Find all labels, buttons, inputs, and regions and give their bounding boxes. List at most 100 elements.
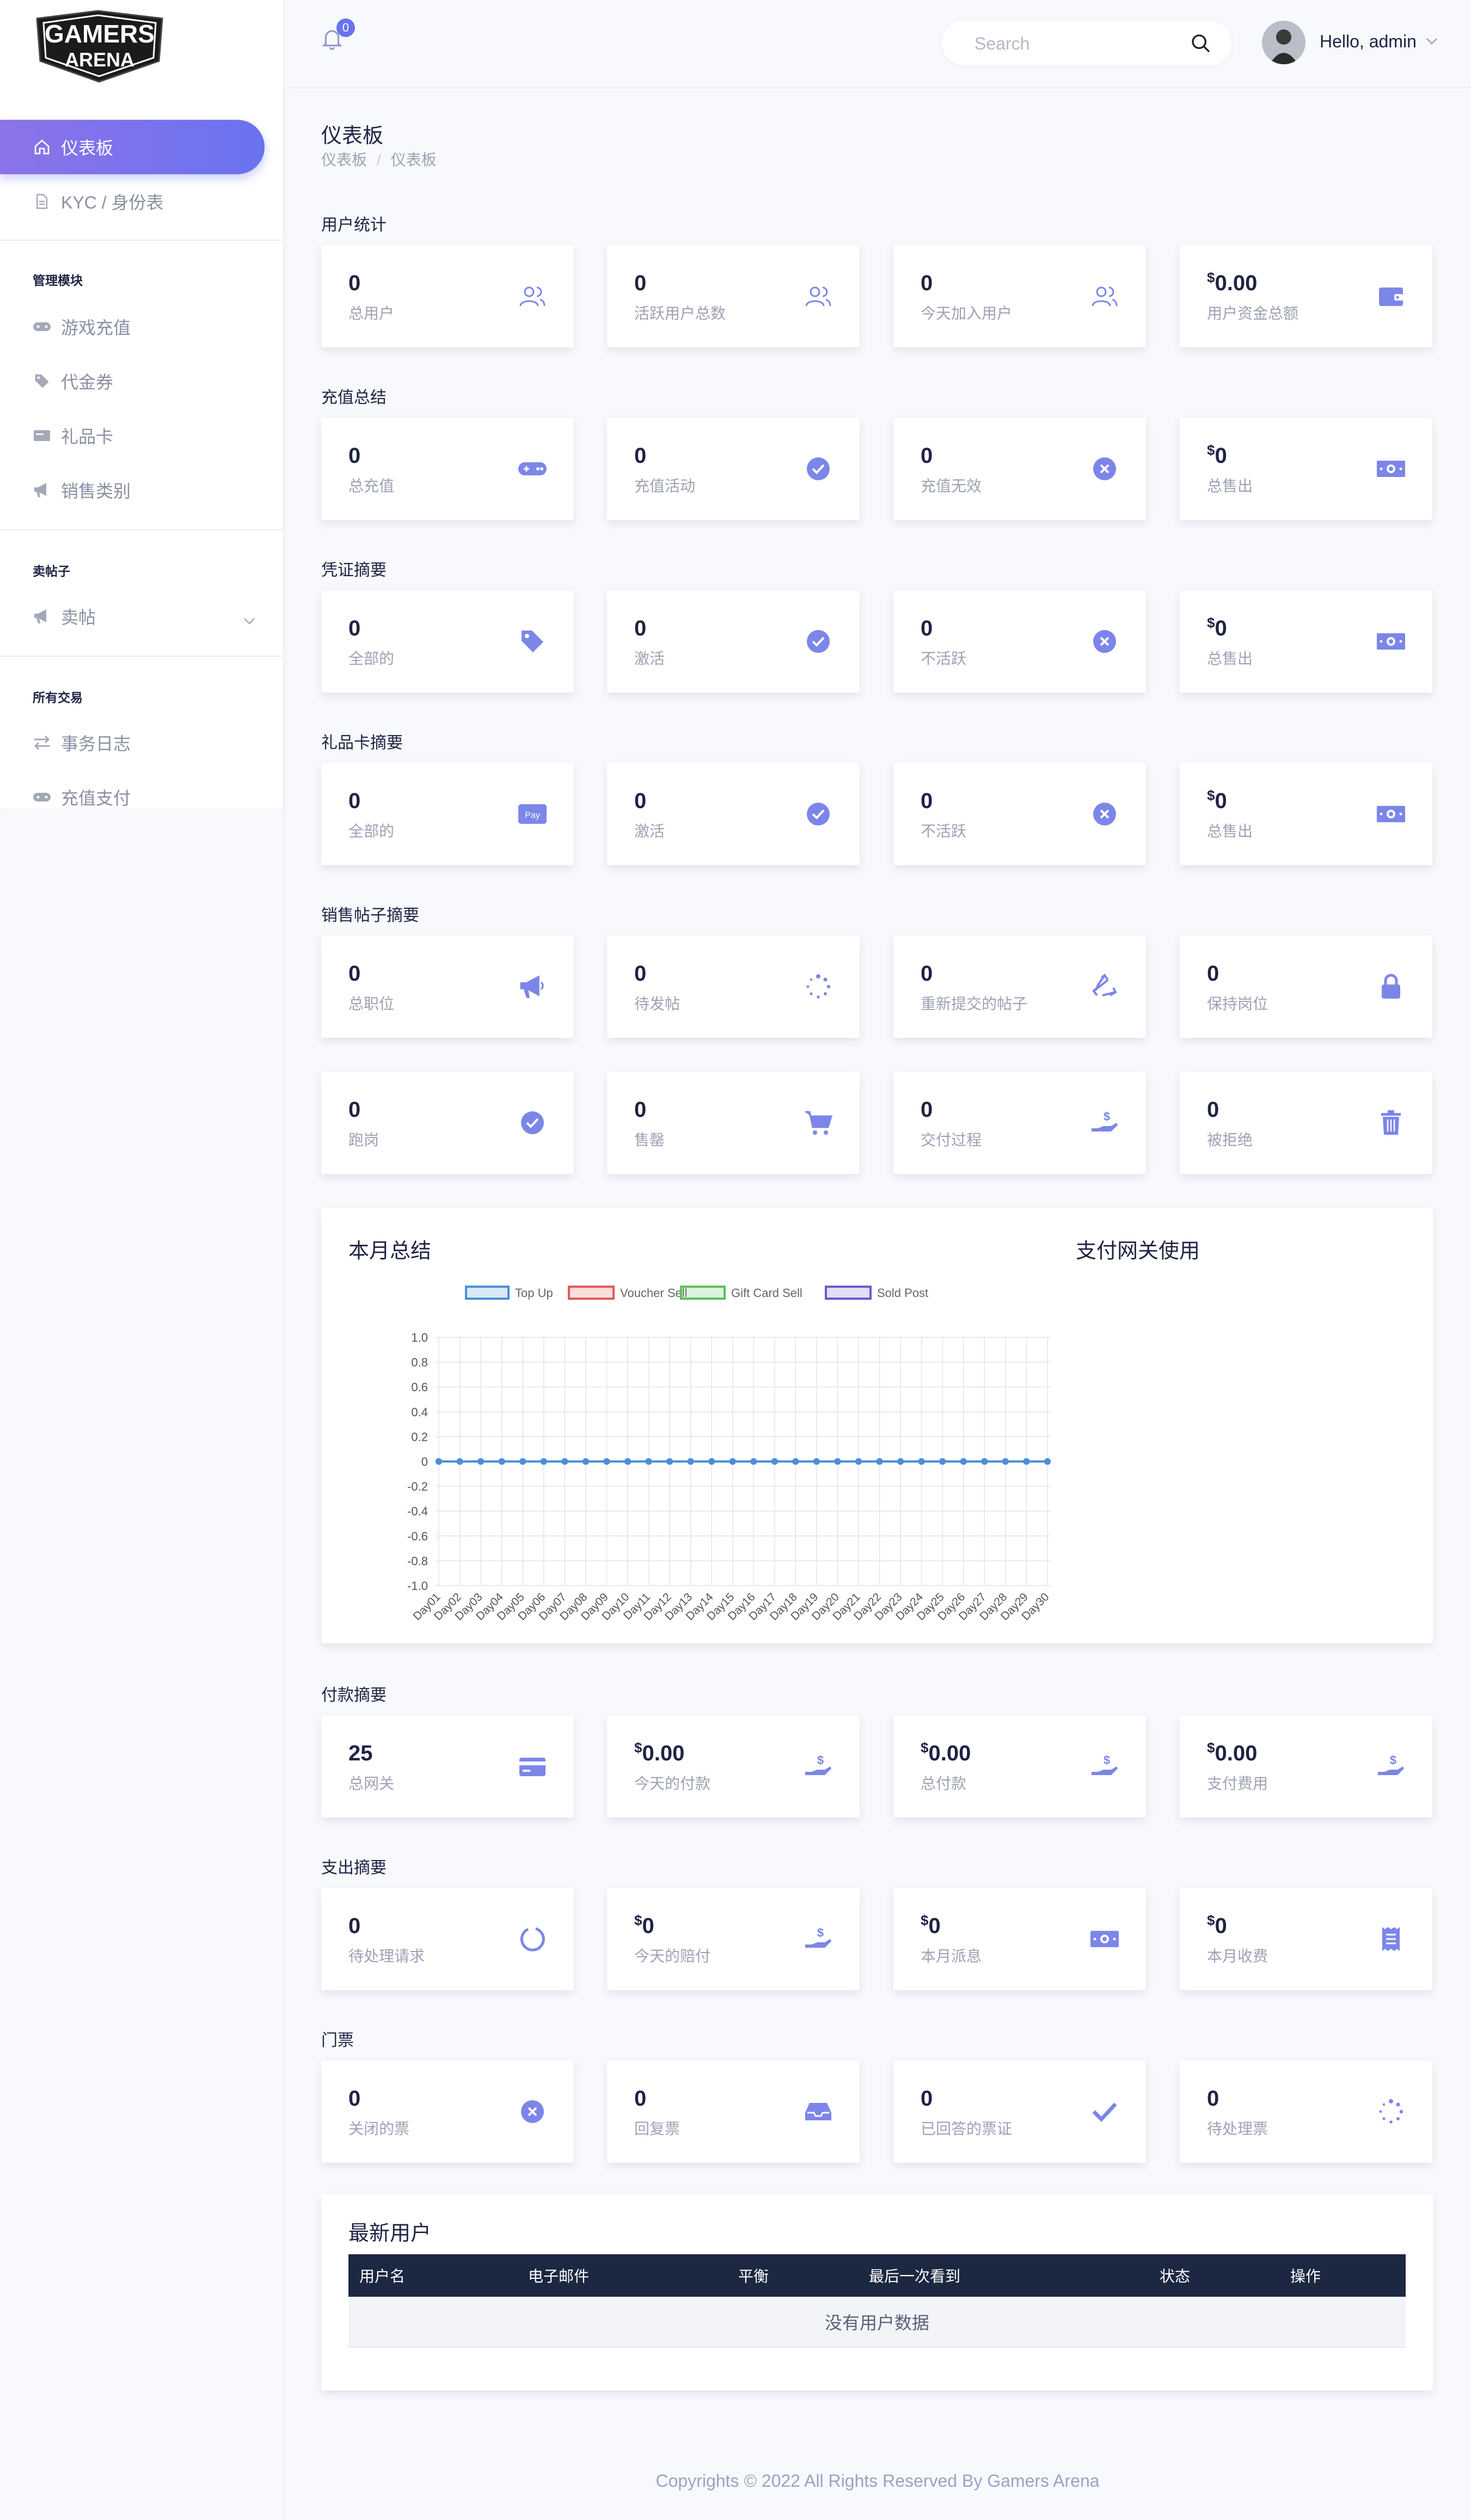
currency-symbol: $ [1207, 787, 1215, 804]
divider [0, 529, 283, 530]
data-point [624, 1458, 631, 1465]
legend-swatch [680, 1286, 726, 1300]
stat-card[interactable]: $0.00 今天的付款 $ [607, 1715, 860, 1818]
check-circle-icon [803, 454, 833, 484]
sidebar-item-giftcard[interactable]: 礼品卡 [33, 419, 113, 452]
stat-card[interactable]: 0 总充值 [321, 418, 574, 520]
avatar[interactable] [1262, 21, 1305, 64]
stat-value: 0 [921, 616, 933, 640]
stat-value: 0 [642, 1914, 654, 1938]
stat-card[interactable]: 0 交付过程 $ [893, 1072, 1146, 1174]
stat-label: 关闭的票 [348, 2120, 410, 2137]
data-point [436, 1458, 442, 1465]
sidebar-item-dashboard[interactable]: 仪表板 [0, 120, 265, 174]
stat-value: 0 [1207, 1098, 1219, 1122]
stat-value-wrap: 0 [348, 1914, 360, 1938]
gamepad-icon [517, 454, 548, 484]
stat-card[interactable]: 0 今天加入用户 [893, 245, 1146, 347]
stat-card[interactable]: $0.00 支付费用 $ [1180, 1715, 1432, 1818]
stat-card[interactable]: $0.00 总付款 $ [893, 1715, 1146, 1818]
stat-value: 0 [921, 789, 933, 813]
stat-value: 0 [921, 444, 933, 468]
stat-card[interactable]: 0 总用户 [321, 245, 574, 347]
stat-card[interactable]: 0 待处理票 [1180, 2060, 1432, 2163]
currency-symbol: $ [1207, 1912, 1215, 1929]
stat-card[interactable]: 0 被拒绝 [1180, 1072, 1432, 1174]
stat-card[interactable]: 0 全部的 Pay [321, 763, 574, 865]
section-title: 礼品卡摘要 [321, 734, 403, 752]
stat-card[interactable]: $0 本月收费 [1180, 1888, 1432, 1990]
stat-label: 今天的赔付 [634, 1948, 711, 1965]
stat-card[interactable]: 0 待处理请求 [321, 1888, 574, 1990]
search-icon[interactable] [1190, 33, 1212, 54]
data-point [666, 1458, 673, 1465]
content-divider [283, 0, 284, 2520]
stat-value: 0 [634, 271, 647, 295]
data-point [456, 1458, 463, 1465]
stat-card[interactable]: 0 不活跃 [893, 590, 1146, 693]
stat-card[interactable]: $0 总售出 [1180, 418, 1432, 520]
stat-card[interactable]: 0 激活 [607, 763, 860, 865]
sidebar-item-game-topup[interactable]: 游戏充值 [33, 310, 131, 343]
gamepad-icon [33, 317, 51, 336]
stat-card[interactable]: 0 保持岗位 [1180, 935, 1432, 1038]
search-input[interactable] [973, 21, 1182, 66]
stat-card[interactable]: 0 激活 [607, 590, 860, 693]
stat-card[interactable]: 0 总职位 [321, 935, 574, 1038]
credit-card-icon [517, 1751, 548, 1782]
stat-card[interactable]: $0 总售出 [1180, 590, 1432, 693]
stat-card[interactable]: 0 跑岗 [321, 1072, 574, 1174]
stat-card[interactable]: 0 重新提交的帖子 [893, 935, 1146, 1038]
sidebar-item-voucher[interactable]: 代金券 [33, 365, 113, 397]
stat-value: 0 [928, 1914, 941, 1938]
sidebar-item-sales-category[interactable]: 销售类别 [33, 474, 131, 506]
monthly-summary-panel: 本月总结 支付网关使用 1.0 0.8 0.6 0.4 0.2 0 -0.2 -0.4 -0.6… [321, 1208, 1433, 1643]
stat-card[interactable]: 0 活跃用户总数 [607, 245, 860, 347]
stat-card[interactable]: 0 不活跃 [893, 763, 1146, 865]
stat-card[interactable]: $0.00 用户资金总额 [1180, 245, 1432, 347]
stat-card[interactable]: 0 售罄 [607, 1072, 860, 1174]
stat-value-wrap: 0 [921, 616, 933, 641]
stat-label: 已回答的票证 [921, 2120, 1013, 2137]
footer-copyright: Copyrights © 2022 All Rights Reserved By… [655, 2471, 1100, 2491]
sidebar-item-transaction-log[interactable]: 事务日志 [33, 726, 131, 759]
search-bar [942, 21, 1231, 66]
currency-symbol: $ [921, 1912, 929, 1929]
stat-label: 待发帖 [634, 995, 681, 1012]
currency-symbol: $ [634, 1739, 642, 1756]
x-circle-icon [1089, 626, 1120, 657]
column-header: 最后一次看到 [858, 2254, 1149, 2297]
stat-value-wrap: 0 [634, 616, 646, 641]
hand-dollar-icon: $ [803, 1751, 833, 1782]
stat-card[interactable]: $0 本月派息 [893, 1888, 1146, 1990]
user-greeting[interactable]: Hello, admin [1320, 32, 1417, 52]
stat-label: 充值活动 [634, 478, 696, 494]
sidebar-item-topup-payment[interactable]: 充值支付 [33, 781, 131, 814]
stat-card[interactable]: 0 回复票 [607, 2060, 860, 2163]
chevron-down-icon[interactable] [1425, 37, 1438, 48]
y-tick-label: 0.8 [411, 1356, 428, 1369]
stat-card[interactable]: 0 已回答的票证 [893, 2060, 1146, 2163]
stat-value-wrap: $0 [1207, 616, 1227, 641]
stat-card[interactable]: 0 待发帖 [607, 935, 860, 1038]
stat-card[interactable]: 0 充值活动 [607, 418, 860, 520]
stat-card[interactable]: $0 今天的赔付 $ [607, 1888, 860, 1990]
sidebar-item-sell-post[interactable]: 卖帖 [33, 600, 256, 633]
stat-value-wrap: 0 [634, 789, 646, 814]
data-point [1023, 1458, 1030, 1465]
sidebar-item-kyc[interactable]: KYC / 身份表 [33, 185, 163, 218]
stat-value-wrap: 0 [348, 1098, 360, 1122]
stat-card[interactable]: 0 全部的 [321, 590, 574, 693]
stat-card[interactable]: 0 充值无效 [893, 418, 1146, 520]
stat-value-wrap: $0 [634, 1913, 654, 1938]
data-point [876, 1458, 883, 1465]
breadcrumb-item[interactable]: 仪表板 [321, 151, 367, 168]
stat-card[interactable]: 0 关闭的票 [321, 2060, 574, 2163]
chevron-down-icon[interactable] [243, 610, 256, 630]
stat-card[interactable]: 25 总网关 [321, 1715, 574, 1818]
stat-card[interactable]: $0 总售出 [1180, 763, 1432, 865]
gamers-arena-logo[interactable]: GAMERS ARENA [33, 8, 167, 84]
stat-value: 0 [921, 271, 933, 295]
stat-label: 本月收费 [1207, 1948, 1268, 1965]
tag-icon [517, 626, 548, 657]
